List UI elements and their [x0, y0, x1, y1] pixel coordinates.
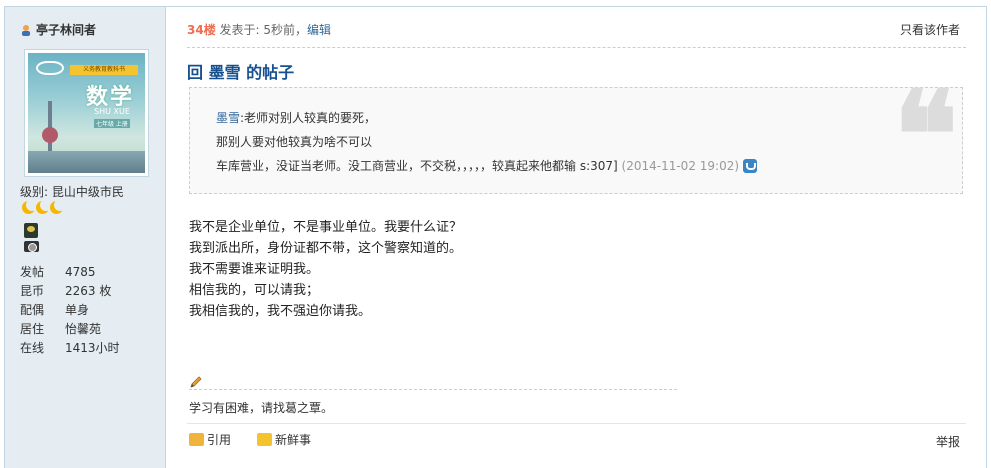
cover-grade: 七年级 上册 — [94, 119, 130, 128]
body-line: 我到派出所，身份证都不带，这个警察知道的。 — [189, 241, 463, 256]
user-level: 级别: 昆山中级市民 — [20, 185, 124, 199]
news-label: 新鲜事 — [275, 433, 312, 447]
quote-line: 车库营业，没证当老师。没工商营业，不交税，，，，，较真起来他都输 s:307] … — [216, 154, 758, 178]
level-moons — [22, 199, 66, 214]
stat-value: 怡馨苑 — [65, 322, 102, 336]
quote-line: 那别人要对他较真为啥不可以 — [216, 135, 373, 149]
body-line: 相信我的，可以请我； — [189, 283, 320, 298]
quote-mark-icon: ❝ — [893, 65, 958, 206]
body-line: 我不需要谁来证明我。 — [189, 262, 320, 277]
cover-logo — [36, 61, 64, 75]
quote-line: 墨雪:老师对别人较真的要死， — [216, 106, 757, 130]
stat-row: 在线 1413小时 — [20, 339, 120, 358]
news-button[interactable]: 新鲜事 — [257, 431, 311, 448]
author-name[interactable]: 亭子林间者 — [20, 21, 96, 38]
quote-icon — [189, 433, 204, 446]
quote-button[interactable]: 引用 — [189, 431, 231, 448]
stat-value: 1413小时 — [65, 341, 120, 355]
medal-icon[interactable] — [24, 223, 38, 238]
stat-row: 发帖 4785 — [20, 263, 120, 282]
floor-number[interactable]: 34楼 — [187, 23, 216, 37]
stat-value: 单身 — [65, 303, 90, 317]
cover-band: 义务教育教科书 — [70, 65, 138, 75]
city-skyline — [28, 151, 145, 173]
post-body: 我不是企业单位，不是事业单位。我要什么证？ 我到派出所，身份证都不带，这个警察知… — [189, 217, 462, 322]
author-sidebar: 亭子林间者 义务教育教科书 数学 SHU XUE 七年级 上册 级别: 昆山中级… — [5, 7, 166, 468]
stat-key: 发帖 — [20, 265, 45, 279]
stat-row: 居住 怡馨苑 — [20, 320, 120, 339]
stat-value: 4785 — [65, 265, 96, 279]
jump-to-post-icon[interactable] — [743, 159, 758, 173]
avatar[interactable]: 义务教育教科书 数学 SHU XUE 七年级 上册 — [24, 49, 149, 177]
post-actions: 引用 新鲜事 — [189, 431, 311, 448]
user-icon — [22, 24, 30, 36]
post-meta: 34楼 发表于: 5秒前，编辑 — [187, 21, 331, 38]
tower-ball — [42, 127, 58, 143]
quote-time: (2014-11-02 19:02) — [621, 159, 740, 173]
quote-block: ❝ 墨雪:老师对别人较真的要死， 那别人要对他较真为啥不可以 车库营业，没证当老… — [189, 76, 963, 196]
author-name-text[interactable]: 亭子林间者 — [36, 21, 96, 38]
edit-link[interactable]: 编辑 — [307, 23, 331, 37]
post-title: 回 墨雪 的帖子 — [187, 63, 295, 82]
quote-line-text: 车库营业，没证当老师。没工商营业，不交税，，，，，较真起来他都输 s:307] — [216, 159, 618, 173]
body-line: 我相信我的，我不强迫你请我。 — [189, 304, 372, 319]
post-container: 亭子林间者 义务教育教科书 数学 SHU XUE 七年级 上册 级别: 昆山中级… — [4, 6, 987, 468]
moon-icon — [22, 199, 38, 214]
post-time: 发表于: 5秒前， — [219, 23, 308, 37]
moon-icon — [36, 199, 52, 214]
post-main: 34楼 发表于: 5秒前，编辑 只看该作者 回 墨雪 的帖子 ❝ 墨雪:老师对别… — [167, 7, 986, 468]
stat-key: 昆币 — [20, 284, 45, 298]
stat-row: 配偶 单身 — [20, 301, 120, 320]
quote-line-text: :老师对别人较真的要死， — [240, 111, 377, 125]
pencil-icon — [190, 376, 202, 388]
stat-key: 居住 — [20, 322, 45, 336]
cover-subtitle: SHU XUE — [94, 107, 130, 116]
avatar-image: 义务教育教科书 数学 SHU XUE 七年级 上册 — [28, 53, 145, 173]
stat-key: 在线 — [20, 341, 45, 355]
signature: 学习有困难，请找葛之覃。 — [189, 401, 334, 415]
stat-value: 2263 枚 — [65, 284, 112, 298]
quote-text: 墨雪:老师对别人较真的要死， 那别人要对他较真为啥不可以 车库营业，没证当老师。… — [216, 106, 758, 178]
news-icon — [257, 433, 273, 446]
camera-icon[interactable] — [24, 241, 39, 252]
signature-divider — [189, 389, 677, 390]
stat-row: 昆币 2263 枚 — [20, 282, 120, 301]
moon-icon — [50, 199, 66, 214]
user-stats: 发帖 4785 昆币 2263 枚 配偶 单身 居住 怡馨苑 在线 1413小时 — [20, 263, 120, 358]
quote-author-link[interactable]: 墨雪 — [216, 111, 240, 125]
divider — [187, 47, 966, 48]
only-author-link[interactable]: 只看该作者 — [900, 21, 960, 38]
stat-key: 配偶 — [20, 303, 45, 317]
body-line: 我不是企业单位，不是事业单位。我要什么证？ — [189, 220, 463, 235]
quote-label: 引用 — [207, 433, 232, 447]
divider — [187, 423, 966, 424]
report-button[interactable]: 举报 — [936, 433, 960, 450]
